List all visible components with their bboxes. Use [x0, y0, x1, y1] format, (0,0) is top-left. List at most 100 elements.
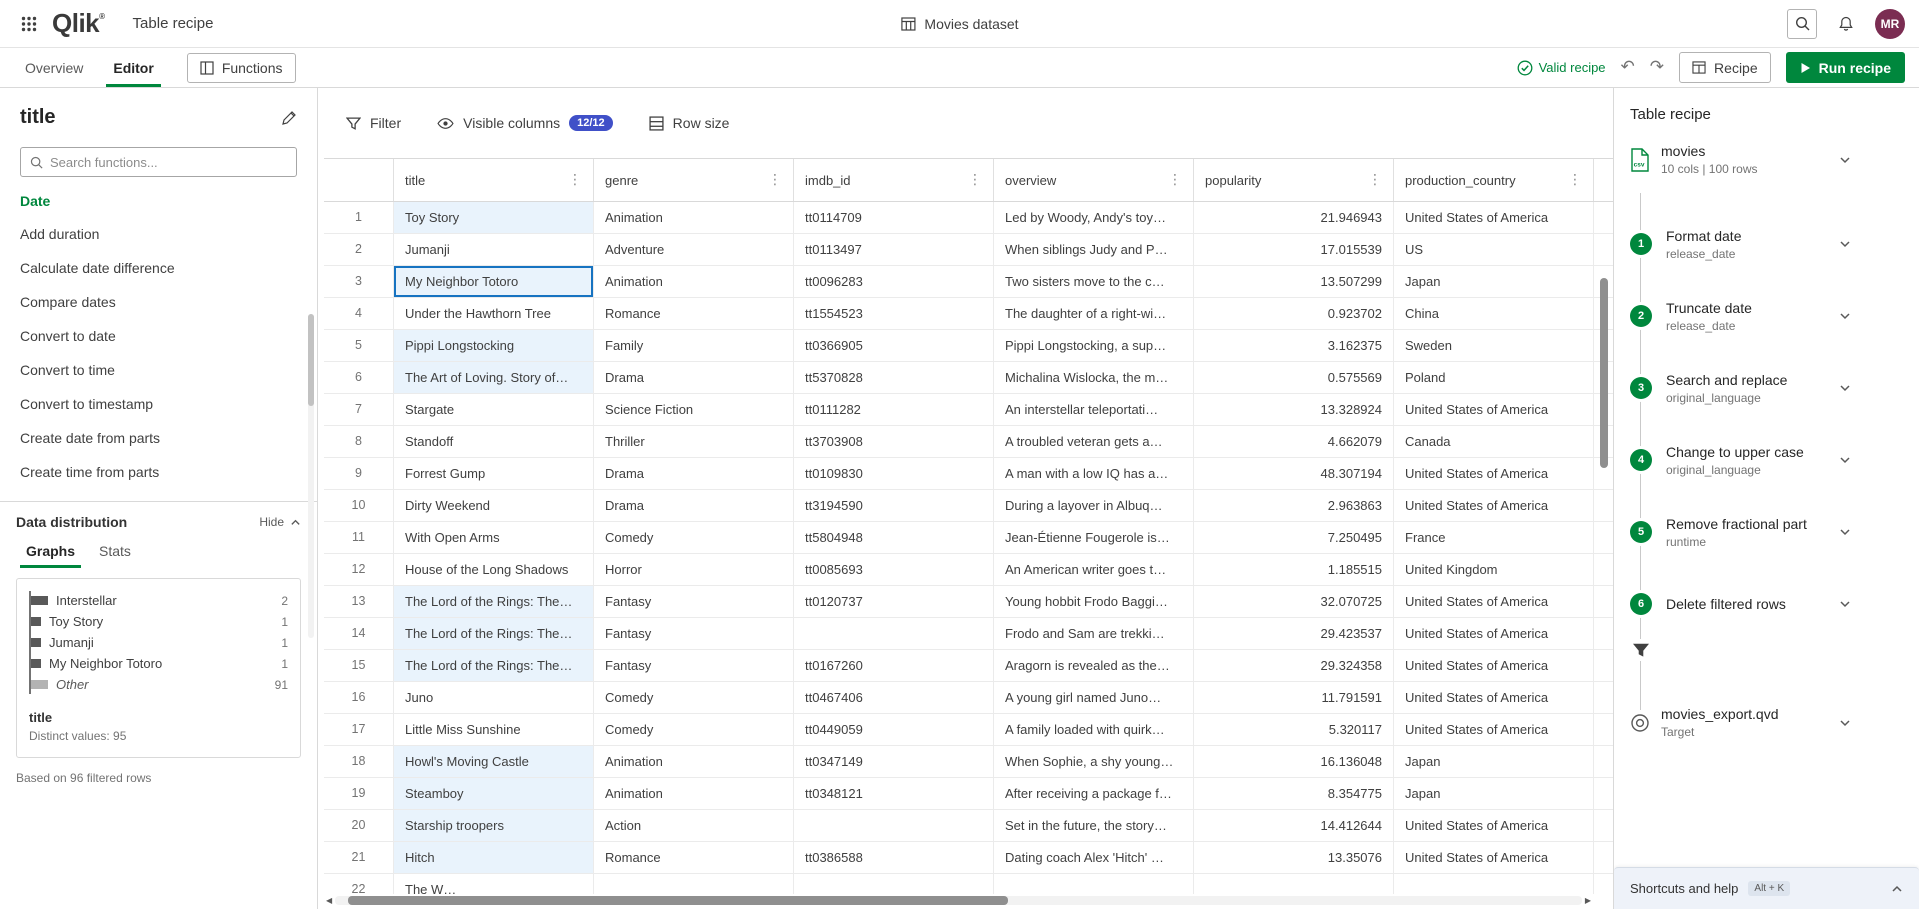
cell-popularity[interactable]: 13.507299 — [1194, 266, 1394, 297]
column-menu-icon[interactable]: ⋮ — [768, 172, 782, 188]
cell-imdb-id[interactable]: tt3194590 — [794, 490, 994, 521]
cell-popularity[interactable]: 13.328924 — [1194, 394, 1394, 425]
cell-imdb-id[interactable]: tt1554523 — [794, 298, 994, 329]
cell-popularity[interactable]: 4.662079 — [1194, 426, 1394, 457]
function-list-item[interactable]: Convert to timestamp — [0, 387, 317, 421]
recipe-step[interactable]: 4 Change to upper case original_language — [1614, 424, 1919, 496]
distribution-tab[interactable]: Stats — [89, 534, 141, 568]
cell-imdb-id[interactable]: tt0467406 — [794, 682, 994, 713]
filter-button[interactable]: Filter — [346, 115, 401, 131]
cell-production-country[interactable]: Poland — [1394, 362, 1594, 393]
cell-overview[interactable]: When Sophie, a shy young… — [994, 746, 1194, 777]
column-header[interactable]: production_country ⋮ — [1394, 159, 1594, 201]
cell-overview[interactable]: Dating coach Alex 'Hitch' … — [994, 842, 1194, 873]
target-dataset-item[interactable]: movies_export.qvd Target — [1614, 698, 1919, 747]
cell-imdb-id[interactable] — [794, 874, 994, 894]
shortcuts-and-help-bar[interactable]: Shortcuts and help Alt + K — [1614, 867, 1919, 909]
chevron-down-icon[interactable] — [1839, 310, 1851, 322]
cell-genre[interactable]: Action — [594, 810, 794, 841]
scroll-left-icon[interactable]: ◀ — [326, 897, 332, 905]
scroll-right-icon[interactable]: ▶ — [1585, 897, 1591, 905]
cell-production-country[interactable]: United States of America — [1394, 714, 1594, 745]
redo-button[interactable]: ↷ — [1650, 59, 1664, 76]
cell-title[interactable]: The Lord of the Rings: The… — [394, 586, 594, 617]
cell-production-country[interactable]: United States of America — [1394, 394, 1594, 425]
cell-production-country[interactable]: Japan — [1394, 778, 1594, 809]
cell-imdb-id[interactable]: tt5370828 — [794, 362, 994, 393]
cell-title[interactable]: The Lord of the Rings: The… — [394, 650, 594, 681]
cell-genre[interactable]: Animation — [594, 778, 794, 809]
distribution-bar-row[interactable]: My Neighbor Totoro 1 — [31, 656, 288, 671]
cell-production-country[interactable]: United States of America — [1394, 458, 1594, 489]
function-list-item[interactable]: Compare dates — [0, 285, 317, 319]
cell-title[interactable]: The Art of Loving. Story of… — [394, 362, 594, 393]
cell-imdb-id[interactable]: tt3703908 — [794, 426, 994, 457]
cell-genre[interactable]: Drama — [594, 490, 794, 521]
dataset-selector[interactable]: Movies dataset — [900, 16, 1018, 32]
cell-title[interactable]: My Neighbor Totoro — [394, 266, 594, 297]
cell-popularity[interactable]: 0.575569 — [1194, 362, 1394, 393]
cell-title[interactable]: Under the Hawthorn Tree — [394, 298, 594, 329]
recipe-step[interactable]: 5 Remove fractional part runtime — [1614, 496, 1919, 568]
cell-imdb-id[interactable] — [794, 618, 994, 649]
column-menu-icon[interactable]: ⋮ — [1168, 172, 1182, 188]
cell-imdb-id[interactable]: tt0120737 — [794, 586, 994, 617]
column-menu-icon[interactable]: ⋮ — [1368, 172, 1382, 188]
cell-overview[interactable]: An American writer goes t… — [994, 554, 1194, 585]
cell-title[interactable]: Dirty Weekend — [394, 490, 594, 521]
cell-genre[interactable]: Adventure — [594, 234, 794, 265]
cell-imdb-id[interactable]: tt0096283 — [794, 266, 994, 297]
cell-genre[interactable]: Fantasy — [594, 650, 794, 681]
cell-genre[interactable]: Family — [594, 330, 794, 361]
functions-scrollbar[interactable] — [308, 314, 314, 638]
search-button[interactable] — [1787, 9, 1817, 39]
cell-imdb-id[interactable]: tt0449059 — [794, 714, 994, 745]
cell-popularity[interactable]: 0.923702 — [1194, 298, 1394, 329]
cell-popularity[interactable]: 1.185515 — [1194, 554, 1394, 585]
chevron-down-icon[interactable] — [1839, 717, 1851, 729]
cell-title[interactable]: Howl's Moving Castle — [394, 746, 594, 777]
cell-imdb-id[interactable]: tt0347149 — [794, 746, 994, 777]
function-list-item[interactable]: Create date from parts — [0, 421, 317, 455]
column-header[interactable]: title ⋮ — [394, 159, 594, 201]
cell-overview[interactable]: When siblings Judy and P… — [994, 234, 1194, 265]
function-list-item[interactable]: Add duration — [0, 217, 317, 251]
function-list-item[interactable]: Convert to time — [0, 353, 317, 387]
cell-production-country[interactable]: United States of America — [1394, 490, 1594, 521]
chevron-down-icon[interactable] — [1839, 154, 1851, 166]
cell-title[interactable]: Standoff — [394, 426, 594, 457]
cell-imdb-id[interactable]: tt0386588 — [794, 842, 994, 873]
function-list-item[interactable]: Convert to date — [0, 319, 317, 353]
cell-popularity[interactable]: 5.320117 — [1194, 714, 1394, 745]
cell-production-country[interactable]: United Kingdom — [1394, 554, 1594, 585]
app-launcher-button[interactable] — [14, 9, 44, 39]
cell-production-country[interactable]: United States of America — [1394, 842, 1594, 873]
cell-imdb-id[interactable]: tt0167260 — [794, 650, 994, 681]
cell-imdb-id[interactable] — [794, 810, 994, 841]
hide-distribution-button[interactable]: Hide — [259, 515, 301, 529]
cell-imdb-id[interactable]: tt0114709 — [794, 202, 994, 233]
cell-overview[interactable]: The daughter of a right-wi… — [994, 298, 1194, 329]
cell-production-country[interactable]: Japan — [1394, 266, 1594, 297]
horizontal-scrollbar[interactable]: ◀ ▶ — [326, 894, 1591, 907]
cell-overview[interactable]: After receiving a package f… — [994, 778, 1194, 809]
cell-popularity[interactable]: 14.412644 — [1194, 810, 1394, 841]
cell-title[interactable]: Toy Story — [394, 202, 594, 233]
distribution-bar-row[interactable]: Interstellar 2 — [31, 593, 288, 608]
distribution-bar-row[interactable]: Jumanji 1 — [31, 635, 288, 650]
cell-genre[interactable]: Thriller — [594, 426, 794, 457]
cell-imdb-id[interactable]: tt0111282 — [794, 394, 994, 425]
cell-title[interactable]: Pippi Longstocking — [394, 330, 594, 361]
chevron-down-icon[interactable] — [1839, 526, 1851, 538]
column-header[interactable]: genre ⋮ — [594, 159, 794, 201]
functions-button[interactable]: Functions — [187, 53, 296, 83]
column-menu-icon[interactable]: ⋮ — [968, 172, 982, 188]
cell-production-country[interactable] — [1394, 874, 1594, 894]
cell-title[interactable]: Forrest Gump — [394, 458, 594, 489]
cell-imdb-id[interactable]: tt0085693 — [794, 554, 994, 585]
distribution-bar-row[interactable]: Toy Story 1 — [31, 614, 288, 629]
cell-overview[interactable]: Led by Woody, Andy's toy… — [994, 202, 1194, 233]
cell-genre[interactable]: Comedy — [594, 682, 794, 713]
cell-imdb-id[interactable]: tt0348121 — [794, 778, 994, 809]
cell-title[interactable]: Starship troopers — [394, 810, 594, 841]
